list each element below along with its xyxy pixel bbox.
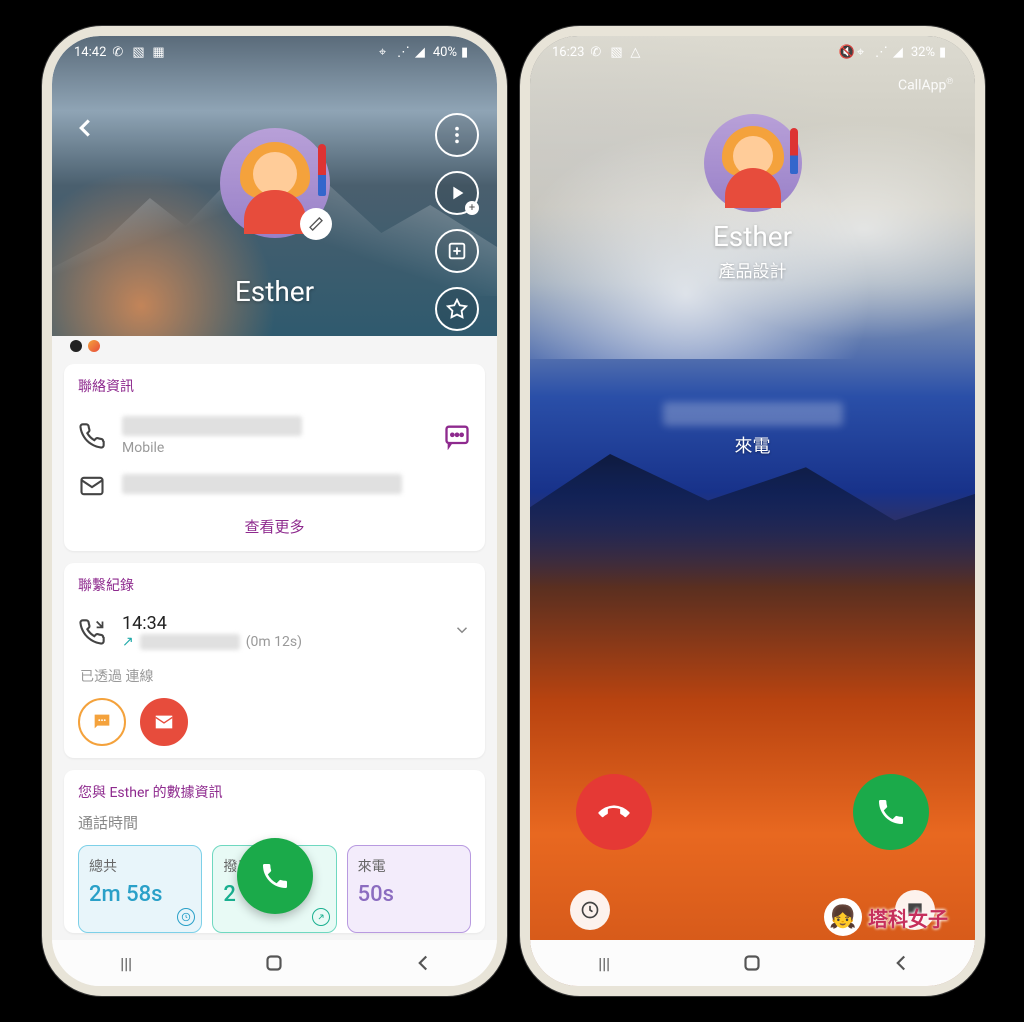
back-button[interactable]: [70, 113, 100, 143]
caller-subtitle: 產品設計: [530, 257, 975, 282]
call-log-title: 聯繫紀錄: [78, 575, 471, 595]
remind-later-button[interactable]: [570, 890, 610, 930]
status-time: 16:23: [552, 45, 584, 60]
drive-icon: △: [630, 45, 644, 59]
nav-back[interactable]: [410, 950, 436, 976]
nav-bar: |||: [52, 940, 497, 986]
accept-button[interactable]: [853, 774, 929, 850]
location-icon: ⌖: [857, 45, 871, 59]
image-icon-2: ▦: [152, 45, 166, 59]
contact-name: Esther: [52, 275, 497, 308]
caller-avatar: [704, 114, 802, 212]
phone-mock-right: 16:23 ✆ ▧ △ 🔇 ⌖ ⋰ ◢ 32% ▮ CallApp℗: [520, 26, 985, 996]
redacted-number: [140, 634, 240, 650]
status-battery: 32%: [911, 45, 935, 60]
more-menu-button[interactable]: [435, 113, 479, 157]
mail-action-button[interactable]: [140, 698, 188, 746]
decline-button[interactable]: [576, 774, 652, 850]
outgoing-call-icon: [78, 618, 106, 646]
battery-icon: ▮: [461, 45, 475, 59]
stat-in-label: 來電: [358, 856, 460, 876]
view-more-button[interactable]: 查看更多: [78, 508, 471, 539]
signal-icon: ◢: [893, 45, 907, 59]
chat-icon: ✆: [112, 45, 126, 59]
stats-subtitle: 通話時間: [78, 812, 471, 833]
watermark: 👧 塔科女子: [824, 898, 948, 936]
stat-total-value: 2m 58s: [89, 882, 191, 907]
stats-title: 您與 Esther 的數據資訊: [78, 782, 471, 802]
mail-icon: [78, 472, 106, 500]
call-status-text: 來電: [530, 432, 975, 458]
contact-info-card: 聯絡資訊 Mobile 查看更多: [64, 364, 485, 551]
plus-badge-icon: +: [465, 201, 479, 215]
phone-type: Mobile: [122, 440, 427, 456]
play-add-button[interactable]: +: [435, 171, 479, 215]
wifi-icon: ⋰: [875, 45, 889, 59]
add-image-button[interactable]: [435, 229, 479, 273]
nav-back[interactable]: [888, 950, 914, 976]
location-icon: ⌖: [379, 45, 393, 59]
call-duration: (0m 12s): [246, 634, 302, 650]
stat-incoming[interactable]: 來電 50s: [347, 845, 471, 933]
clock-icon: [177, 908, 195, 926]
nav-recents[interactable]: |||: [591, 950, 617, 976]
signal-icon: ◢: [415, 45, 429, 59]
outgoing-icon: [312, 908, 330, 926]
status-battery: 40%: [433, 45, 457, 60]
watermark-avatar-icon: 👧: [824, 898, 862, 936]
theme-dots[interactable]: [70, 340, 100, 352]
nav-bar: |||: [530, 940, 975, 986]
stat-in-value: 50s: [358, 882, 460, 907]
redacted-phone: [122, 416, 302, 436]
caller-name: Esther: [530, 220, 975, 253]
status-time: 14:42: [74, 45, 106, 60]
message-action-button[interactable]: [78, 698, 126, 746]
app-brand: CallApp℗: [898, 76, 953, 94]
contact-header: + Esther: [52, 68, 497, 368]
call-time: 14:34: [122, 613, 437, 634]
contact-info-title: 聯絡資訊: [78, 376, 471, 396]
redacted-email: [122, 474, 402, 494]
nav-home[interactable]: [739, 950, 765, 976]
wifi-icon: ⋰: [397, 45, 411, 59]
contact-avatar[interactable]: [220, 128, 330, 238]
call-log-card: 聯繫紀錄 14:34 ↗ (0m 12s) 已透過 連線: [64, 563, 485, 758]
image-icon: ▧: [610, 45, 624, 59]
status-bar: 14:42 ✆ ▧ ▦ ⌖ ⋰ ◢ 40% ▮: [52, 36, 497, 68]
stat-total-label: 總共: [89, 856, 191, 876]
dot-black[interactable]: [70, 340, 82, 352]
via-text: 已透過 連線: [78, 656, 471, 698]
sms-icon[interactable]: [443, 422, 471, 450]
dial-fab[interactable]: [237, 838, 313, 914]
edit-avatar-button[interactable]: [300, 208, 332, 240]
battery-icon: ▮: [939, 45, 953, 59]
outgoing-arrow-icon: ↗: [122, 634, 134, 650]
mute-icon: 🔇: [839, 45, 853, 59]
nav-recents[interactable]: |||: [113, 950, 139, 976]
phone-row[interactable]: Mobile: [78, 408, 471, 464]
expand-icon[interactable]: [453, 621, 471, 643]
dot-red[interactable]: [88, 340, 100, 352]
watermark-text: 塔科女子: [868, 903, 948, 932]
call-log-row[interactable]: 14:34 ↗ (0m 12s): [78, 607, 471, 656]
phone-mock-left: 14:42 ✆ ▧ ▦ ⌖ ⋰ ◢ 40% ▮: [42, 26, 507, 996]
status-bar: 16:23 ✆ ▧ △ 🔇 ⌖ ⋰ ◢ 32% ▮: [530, 36, 975, 68]
stat-total[interactable]: 總共 2m 58s: [78, 845, 202, 933]
image-icon: ▧: [132, 45, 146, 59]
email-row[interactable]: [78, 464, 471, 508]
phone-icon: [78, 422, 106, 450]
chat-icon: ✆: [590, 45, 604, 59]
nav-home[interactable]: [261, 950, 287, 976]
redacted-caller-number: [663, 402, 843, 426]
